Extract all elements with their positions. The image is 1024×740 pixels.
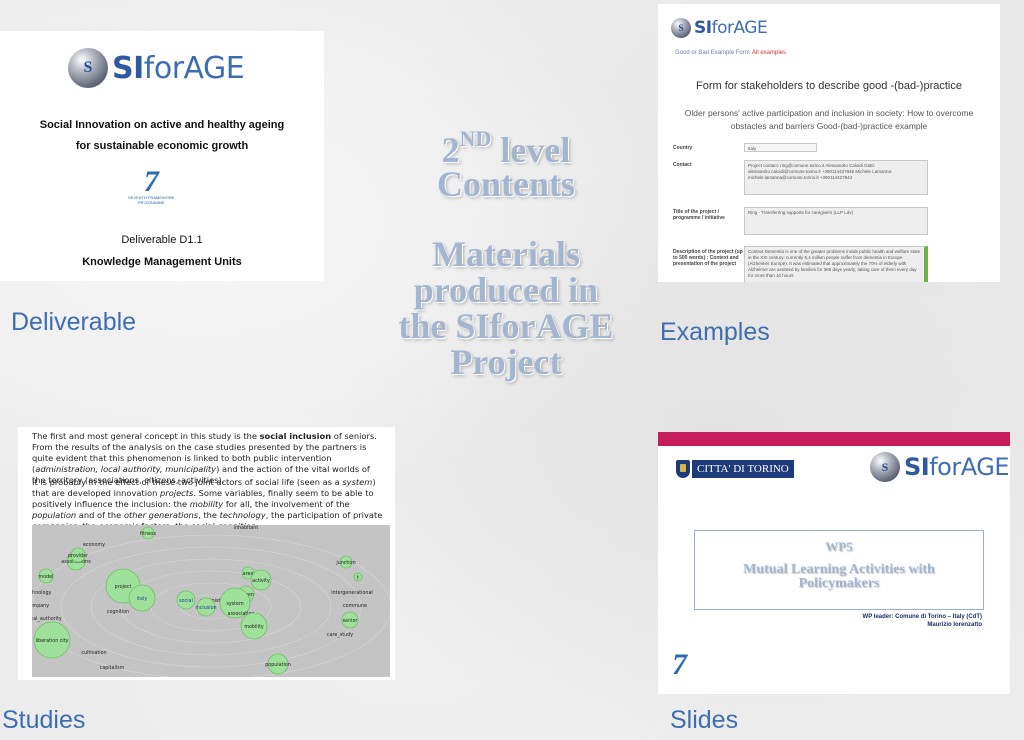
logo-ball-icon: S [68,48,108,88]
contents-heading: Contents [436,164,575,204]
slides-thumbnail[interactable]: CITTA' DI TORINO S SIforAGE WP5 Mutual L… [658,432,1010,694]
concept-label: provider [68,553,88,559]
concept-label: senior [343,618,358,624]
wp5-title-box: WP5 Mutual Learning Activities with Polic… [694,530,984,610]
center-title: 2ND level Contents Materials produced in… [370,126,642,382]
form-subtitle-line1: Older persons' active participation and … [684,108,974,118]
concept-label: cognition [107,609,129,615]
deliverable-thumbnail[interactable]: S SIforAGE Social Innovation on active a… [0,31,324,281]
fp7-seven-icon: 7 [143,165,159,198]
concept-label: fitness [140,531,156,537]
torino-logo: CITTA' DI TORINO [676,460,794,478]
caption-slides[interactable]: Slides [670,706,738,735]
concept-label: care_study [327,632,353,638]
concept-label: model [39,574,54,580]
concept-label: cultivation [81,650,106,656]
form-title: Form for stakeholders to describe good -… [696,80,962,92]
studies-paragraph-2: It is probably in the effect of these tw… [32,477,383,531]
fp7-logo: 7 SEVENTH FRAMEWORK PROGRAMME [128,165,175,206]
caption-examples[interactable]: Examples [660,318,770,347]
form-subtitle-line2: obstacles and barriers Good-(bad-)practi… [730,121,928,131]
concept-label: project [115,584,132,590]
contact-label: Contact [673,162,692,168]
concept-label: activity [252,578,270,584]
concept-label: inhabitant [234,525,259,531]
concept-label: population [265,662,291,668]
concept-label: social [179,598,193,604]
studies-thumbnail[interactable]: The first and most general concept in th… [18,427,395,680]
fp7-logo-slides: 7 [672,648,687,681]
logo-ball-icon: S [671,18,691,38]
level-heading: 2ND level [441,126,571,170]
concept-label: mobility [244,624,264,630]
deliverable-title-line1: Social Innovation on active and healthy … [39,119,285,131]
concept-label: inclusion [195,605,216,611]
deliverable-title-line2: for sustainable economic growth [75,140,249,152]
siforage-logo-small: S SIforAGE [671,18,768,38]
concept-label: intergenerational [331,590,372,596]
concept-label: company [32,604,49,609]
slides-header-bar [658,432,1010,446]
concept-bubble-map: fitnessinhabitanteconomyassociationsprov… [32,525,390,677]
title-label: Title of the project / programme / initi… [673,209,725,221]
concept-label: junction [335,560,355,566]
tab-good-bad-form[interactable]: Good or Bad Example Form [675,50,750,56]
deliverable-id: Deliverable D1.1 [121,234,203,246]
siforage-logo-slides: S SIforAGE [870,452,1009,482]
materials-heading: Materials produced in the SIforAGE Proje… [398,234,614,382]
concept-label: capitalism [100,665,125,671]
concept-label: commune [343,604,367,609]
deliverable-name: Knowledge Management Units [82,256,242,268]
description-field[interactable]: Context Dementia is one of the greater p… [744,246,928,282]
wp-leader-line1: WP leader: Comune di Torino – Italy (CdT… [862,614,982,620]
examples-thumbnail[interactable]: S SIforAGE Good or Bad Example Form All … [658,4,1000,282]
siforage-logo: S SIforAGE [68,48,245,88]
title-field[interactable]: Ring - Transferring supports for caregiv… [744,207,928,235]
country-select[interactable]: Italy [744,143,817,152]
concept-label: system [226,601,244,607]
country-label: Country [673,145,693,151]
fp7-seven-icon: 7 [672,648,687,681]
concept-label: liberation city [36,638,69,644]
concept-label: t [357,575,359,581]
description-label: Description of the project (up to 500 wo… [673,249,743,267]
caption-deliverable[interactable]: Deliverable [11,308,136,337]
tab-all-examples[interactable]: All examples [752,50,786,56]
concept-label: technology [32,590,51,596]
torino-crest-icon [676,460,690,478]
concept-label: italy [137,596,147,602]
wp-leader-line2: Maurizio Iorenzatto [927,622,982,628]
caption-studies[interactable]: Studies [2,706,85,735]
concept-label: local_authority [32,616,62,622]
concept-label: economy [83,543,105,548]
contact-field[interactable]: Project contact: ring@comune.torino.it A… [744,160,928,195]
logo-ball-icon: S [870,452,900,482]
